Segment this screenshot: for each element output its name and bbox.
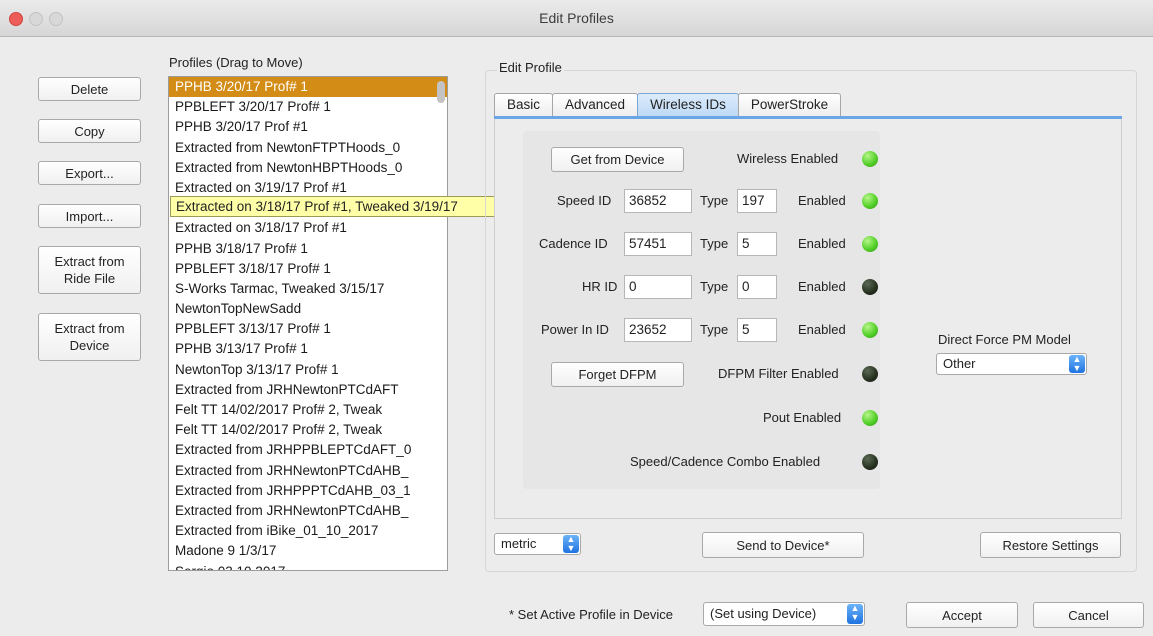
select-stepper-icon: ▲ ▼	[1069, 355, 1085, 373]
dfpm-model-value: Other	[943, 356, 976, 371]
speed-type-label: Type	[700, 193, 729, 208]
power-id-field[interactable]: 23652	[624, 318, 692, 342]
wireless-settings-box	[523, 131, 880, 489]
extract-from-device-button[interactable]: Extract from Device	[38, 313, 141, 361]
power-type-field[interactable]: 5	[737, 318, 777, 342]
profile-tooltip: Extracted on 3/18/17 Prof #1, Tweaked 3/…	[170, 196, 527, 217]
power-type-label: Type	[700, 322, 729, 337]
power-enabled-led	[862, 322, 878, 338]
active-profile-value: (Set using Device)	[710, 606, 817, 621]
forget-dfpm-button[interactable]: Forget DFPM	[551, 362, 684, 387]
hr-enabled-led	[862, 279, 878, 295]
list-item[interactable]: NewtonTopNewSadd	[169, 299, 447, 319]
import-button[interactable]: Import...	[38, 204, 141, 228]
list-item[interactable]: S-Works Tarmac, Tweaked 3/15/17	[169, 279, 447, 299]
title-bar: Edit Profiles	[0, 0, 1153, 37]
cadence-type-field[interactable]: 5	[737, 232, 777, 256]
tab-powerstroke[interactable]: PowerStroke	[737, 93, 842, 117]
cadence-type-label: Type	[700, 236, 729, 251]
speed-enabled-led	[862, 193, 878, 209]
units-select[interactable]: metric ▲ ▼	[494, 533, 581, 555]
delete-button[interactable]: Delete	[38, 77, 141, 101]
active-stepper-icon: ▲ ▼	[847, 604, 863, 624]
list-item[interactable]: Madone 9 1/3/17	[169, 541, 447, 561]
speed-id-label: Speed ID	[557, 193, 612, 208]
extract-device-label-line1: Extract from	[54, 321, 125, 336]
export-button[interactable]: Export...	[38, 161, 141, 185]
speed-type-field[interactable]: 197	[737, 189, 777, 213]
combo-enabled-label: Speed/Cadence Combo Enabled	[630, 454, 821, 469]
list-item[interactable]: PPHB 3/20/17 Prof #1	[169, 117, 447, 137]
speed-id-field[interactable]: 36852	[624, 189, 692, 213]
wireless-enabled-label: Wireless Enabled	[737, 151, 839, 166]
hr-id-field[interactable]: 0	[624, 275, 692, 299]
list-item[interactable]: Extracted on 3/18/17 Prof #1	[169, 218, 447, 238]
active-profile-select[interactable]: (Set using Device) ▲ ▼	[703, 602, 865, 626]
list-item[interactable]: PPHB 3/20/17 Prof# 1	[169, 77, 447, 98]
list-item[interactable]: Extracted from JRHPPBLEPTCdAFT_0	[169, 440, 447, 460]
extract-from-ride-file-button[interactable]: Extract from Ride File	[38, 246, 141, 294]
cadence-enabled-label: Enabled	[798, 236, 846, 251]
list-item[interactable]: PPHB 3/13/17 Prof# 1	[169, 339, 447, 359]
window-title: Edit Profiles	[539, 10, 614, 26]
hr-type-field[interactable]: 0	[737, 275, 777, 299]
dfpm-model-label: Direct Force PM Model	[938, 332, 1071, 347]
speed-enabled-label: Enabled	[798, 193, 846, 208]
profiles-title: Profiles (Drag to Move)	[169, 55, 303, 70]
edit-profile-title: Edit Profile	[497, 60, 564, 75]
pout-enabled-led	[862, 410, 878, 426]
extract-ride-label-line1: Extract from	[54, 254, 125, 269]
cancel-button[interactable]: Cancel	[1033, 602, 1144, 628]
hr-id-label: HR ID	[582, 279, 618, 294]
cadence-enabled-led	[862, 236, 878, 252]
list-item[interactable]: Extracted from NewtonFTPTHoods_0	[169, 138, 447, 158]
wireless-enabled-led	[862, 151, 878, 167]
extract-ride-label-line2: Ride File	[63, 271, 116, 286]
copy-button[interactable]: Copy	[38, 119, 141, 143]
list-item[interactable]: PPBLEFT 3/20/17 Prof# 1	[169, 97, 447, 117]
list-item[interactable]: Extracted from JRHPPPTCdAHB_03_1	[169, 481, 447, 501]
units-stepper-icon: ▲ ▼	[563, 535, 579, 553]
list-item[interactable]: NewtonTop 3/13/17 Prof# 1	[169, 360, 447, 380]
power-id-label: Power In ID	[541, 322, 609, 337]
send-to-device-button[interactable]: Send to Device*	[702, 532, 864, 558]
profiles-list[interactable]: PPHB 3/20/17 Prof# 1 PPBLEFT 3/20/17 Prof…	[168, 76, 448, 571]
list-item[interactable]: PPBLEFT 3/18/17 Prof# 1	[169, 259, 447, 279]
list-item[interactable]: Extracted from iBike_01_10_2017	[169, 521, 447, 541]
accept-button[interactable]: Accept	[906, 602, 1018, 628]
active-profile-label: * Set Active Profile in Device	[509, 607, 674, 622]
dfpm-model-select[interactable]: Other ▲ ▼	[936, 353, 1087, 375]
restore-settings-button[interactable]: Restore Settings	[980, 532, 1121, 558]
edit-profile-tabs: Basic Advanced Wireless IDs PowerStroke	[494, 93, 842, 117]
hr-type-label: Type	[700, 279, 729, 294]
tab-wireless-ids[interactable]: Wireless IDs	[637, 93, 739, 117]
list-item[interactable]: Felt TT 14/02/2017 Prof# 2, Tweak	[169, 420, 447, 440]
hr-enabled-label: Enabled	[798, 279, 846, 294]
tab-basic[interactable]: Basic	[494, 93, 554, 117]
list-item[interactable]: Extracted from JRHNewtonPTCdAHB_	[169, 461, 447, 481]
extract-device-label-line2: Device	[69, 338, 110, 353]
list-item[interactable]: Sergio 03 10 2017	[169, 562, 447, 571]
list-item[interactable]: PPHB 3/18/17 Prof# 1	[169, 239, 447, 259]
units-value: metric	[501, 536, 537, 551]
cadence-id-field[interactable]: 57451	[624, 232, 692, 256]
power-enabled-label: Enabled	[798, 322, 846, 337]
pout-enabled-label: Pout Enabled	[763, 410, 842, 425]
cadence-id-label: Cadence ID	[539, 236, 608, 251]
list-scrollbar[interactable]	[437, 81, 445, 103]
list-item[interactable]: Extracted from JRHNewtonPTCdAHB_	[169, 501, 447, 521]
combo-enabled-led	[862, 454, 878, 470]
get-from-device-button[interactable]: Get from Device	[551, 147, 684, 172]
dfpm-filter-label: DFPM Filter Enabled	[718, 366, 839, 381]
list-item[interactable]: Extracted from NewtonHBPTHoods_0	[169, 158, 447, 178]
list-item[interactable]: Extracted from JRHNewtonPTCdAFT	[169, 380, 447, 400]
tab-advanced[interactable]: Advanced	[552, 93, 639, 117]
list-item[interactable]: PPBLEFT 3/13/17 Prof# 1	[169, 319, 447, 339]
list-item[interactable]: Felt TT 14/02/2017 Prof# 2, Tweak	[169, 400, 447, 420]
dfpm-filter-led	[862, 366, 878, 382]
